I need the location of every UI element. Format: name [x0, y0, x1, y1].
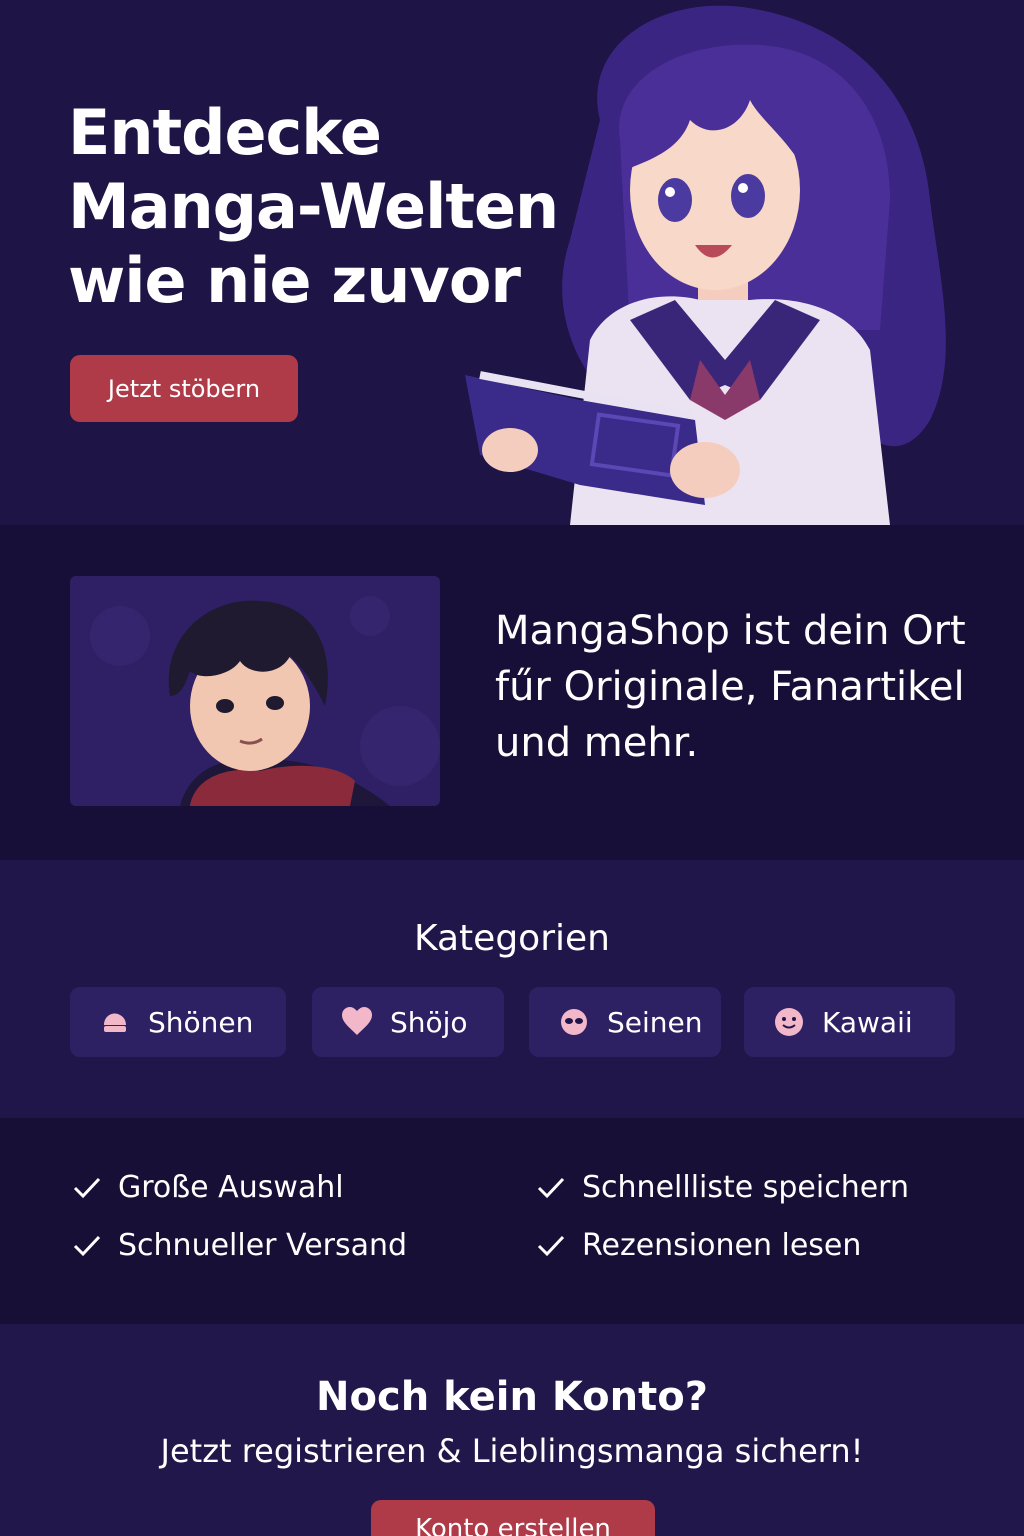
create-account-button[interactable]: Konto erstellen [371, 1500, 655, 1536]
hero-title-line: Entdecke [68, 96, 382, 169]
category-shonen[interactable]: Shönen [70, 987, 286, 1057]
heart-icon [340, 1005, 374, 1039]
category-label: Shöjo [390, 1005, 468, 1039]
categories-section: Kategorien Shönen Shöjo Seinen Kawaii [0, 860, 1024, 1118]
category-label: Shönen [148, 1005, 254, 1039]
feature-label: Rezensionen lesen [582, 1228, 862, 1263]
boy-illustration [90, 596, 440, 806]
hat-icon [98, 1005, 132, 1039]
mask-icon [557, 1005, 591, 1039]
check-icon [536, 1176, 566, 1200]
cta-title: Noch kein Konto? [316, 1374, 708, 1420]
check-icon [72, 1176, 102, 1200]
check-icon [536, 1234, 566, 1258]
category-kawaii[interactable]: Kawaii [744, 987, 955, 1057]
cta-section: Noch kein Konto? Jetzt registrieren & Li… [0, 1324, 1024, 1536]
category-label: Kawaii [822, 1005, 913, 1039]
feature-item: Schnueller Versand [72, 1228, 407, 1263]
feature-label: Große Auswahl [118, 1170, 344, 1205]
check-icon [72, 1234, 102, 1258]
hero-illustration-girl-reading [465, 5, 946, 525]
hero-title-line: wie nie zuvor [68, 244, 521, 317]
intro-section: MangaShop ist dein Ort fűr Originale, Fa… [0, 525, 1024, 860]
features-section: Große Auswahl Schnellliste speichern Sch… [0, 1118, 1024, 1324]
browse-button[interactable]: Jetzt stöbern [70, 355, 298, 422]
feature-label: Schnellliste speichern [582, 1170, 909, 1205]
feature-item: Rezensionen lesen [536, 1228, 861, 1263]
category-shojo[interactable]: Shöjo [312, 987, 504, 1057]
cta-subtitle: Jetzt registrieren & Lieblingsmanga sich… [160, 1432, 864, 1470]
categories-title: Kategorien [414, 918, 610, 959]
hero-section: Entdecke Manga-Welten wie nie zuvor Jetz… [0, 0, 1024, 525]
feature-item: Schnellliste speichern [536, 1170, 909, 1205]
feature-item: Große Auswahl [72, 1170, 344, 1205]
intro-text: MangaShop ist dein Ort fűr Originale, Fa… [495, 608, 966, 766]
intro-illustration-boy [70, 576, 440, 806]
category-label: Seinen [607, 1005, 703, 1039]
smiley-icon [772, 1005, 806, 1039]
category-seinen[interactable]: Seinen [529, 987, 721, 1057]
feature-label: Schnueller Versand [118, 1228, 408, 1263]
